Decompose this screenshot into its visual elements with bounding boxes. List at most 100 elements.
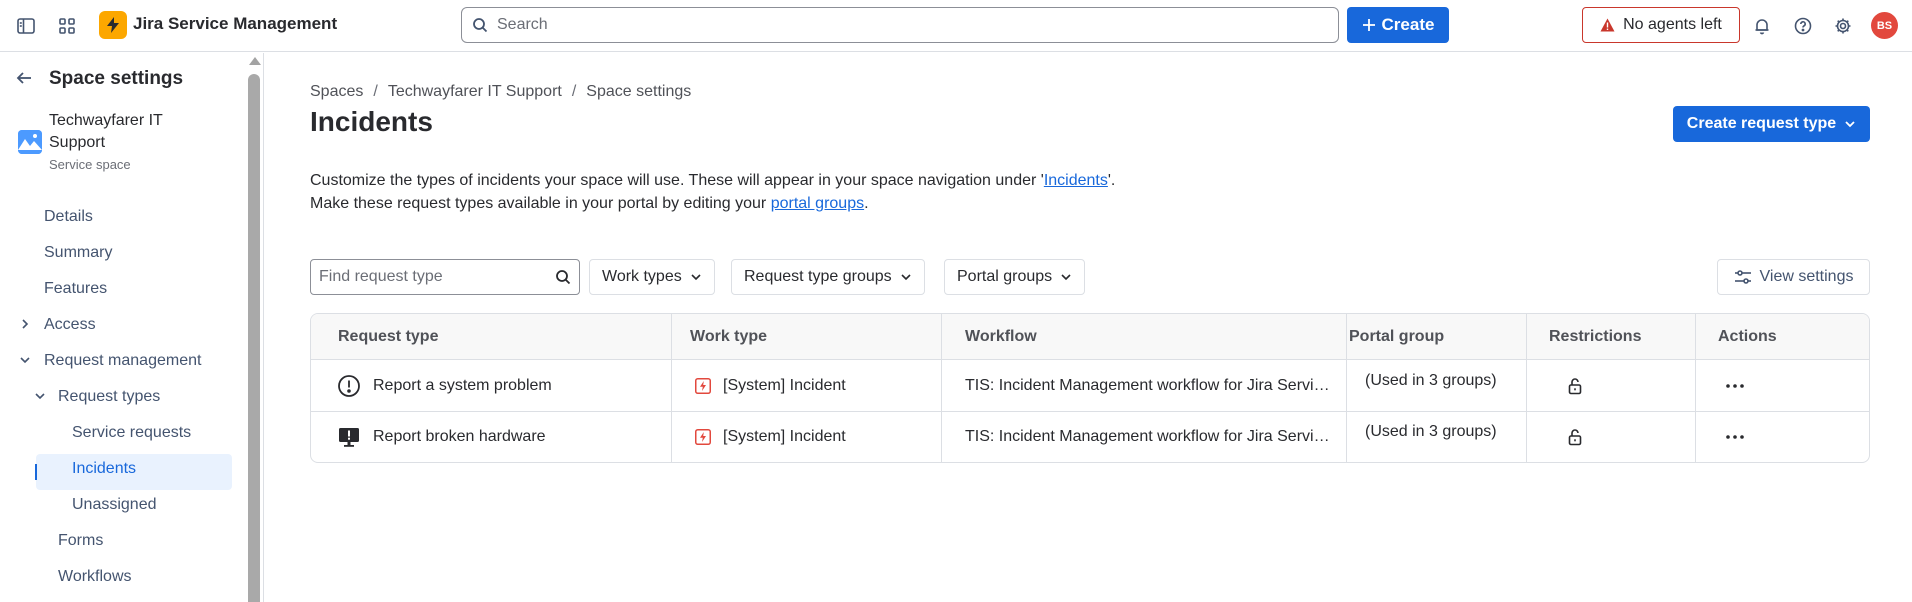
sidebar-item-request-management[interactable]: Request management [44,343,201,379]
sidebar-scrollbar[interactable] [248,74,260,602]
create-request-type-label: Create request type [1686,115,1837,132]
chevron-down-icon [691,274,701,281]
chevron-down-icon[interactable] [34,390,46,402]
work-type-cell: [System] Incident [695,411,846,462]
sidebar-item-request-types[interactable]: Request types [58,379,160,415]
sidebar-item-unassigned[interactable]: Unassigned [72,487,157,523]
header-workflow[interactable]: Workflow [965,314,1037,360]
request-type-name: Report broken hardware [373,427,546,445]
description-text: Make these request types available in yo… [310,195,771,212]
chevron-down-icon [1061,274,1071,281]
space-avatar-icon [18,130,42,154]
scroll-up-arrow-icon[interactable] [249,57,261,65]
more-actions-button[interactable] [1725,360,1745,411]
notifications-bell-icon[interactable] [1749,13,1775,39]
plus-icon [1362,19,1375,31]
restrictions-cell[interactable] [1567,411,1583,462]
incidents-link[interactable]: Incidents [1044,172,1108,189]
breadcrumb-space[interactable]: Techwayfarer IT Support [388,83,562,101]
monitor-alert-icon [339,427,359,447]
sidebar-active-indicator [35,464,37,480]
help-icon[interactable] [1790,13,1816,39]
no-agents-left-button[interactable]: No agents left [1582,7,1740,43]
page-description: Customize the types of incidents your sp… [310,169,1115,215]
header-request-type[interactable]: Request type [338,314,438,360]
search-icon [473,18,488,33]
user-avatar[interactable]: BS [1871,12,1898,39]
sidebar-item-summary[interactable]: Summary [44,235,112,271]
exclamation-circle-icon [338,374,360,397]
create-label: Create [1381,15,1435,34]
work-types-label: Work types [602,268,682,285]
request-type-groups-label: Request type groups [744,268,892,285]
table-row[interactable]: Report broken hardware [System] Incident… [311,411,1869,462]
create-button[interactable]: Create [1347,7,1449,43]
workflow-name: TIS: Incident Management workflow for Ji… [965,428,1335,445]
breadcrumb-space-settings[interactable]: Space settings [586,83,691,101]
unlock-icon [1568,428,1582,445]
chevron-right-icon[interactable] [19,318,31,330]
description-text: . [864,195,869,212]
find-request-type-placeholder: Find request type [319,268,443,285]
top-navigation-bar: Jira Service Management Search Create No… [0,0,1912,52]
search-icon [556,270,571,285]
request-type-cell[interactable]: Report broken hardware [337,411,546,462]
warning-icon [1600,18,1615,32]
portal-group-usage: (Used in 3 groups) [1365,423,1497,440]
find-request-type-input[interactable]: Find request type [310,259,580,295]
unlock-icon [1568,377,1582,394]
view-settings-button[interactable]: View settings [1717,259,1870,295]
sidebar-toggle-icon[interactable] [13,13,39,39]
more-actions-button[interactable] [1725,411,1745,462]
sidebar-item-forms[interactable]: Forms [58,523,103,559]
space-name: Techwayfarer IT Support [49,112,163,151]
portal-group-cell[interactable]: (Used in 3 groups) [1365,360,1497,411]
description-line-1: Customize the types of incidents your sp… [310,169,1115,192]
portal-group-cell[interactable]: (Used in 3 groups) [1365,411,1497,462]
breadcrumb: Spaces / Techwayfarer IT Support / Space… [310,83,691,101]
sliders-icon [1734,270,1751,284]
sidebar-title: Space settings [49,68,184,89]
work-type-cell: [System] Incident [695,360,846,411]
sidebar-item-service-requests[interactable]: Service requests [72,415,191,451]
restrictions-cell[interactable] [1567,360,1583,411]
sidebar-item-workflows[interactable]: Workflows [58,559,132,595]
global-search-input[interactable]: Search [461,7,1339,43]
more-horizontal-icon [1726,383,1744,388]
header-work-type[interactable]: Work type [690,314,767,360]
description-line-2: Make these request types available in yo… [310,192,1115,215]
portal-groups-label: Portal groups [957,268,1053,285]
sidebar-item-details[interactable]: Details [44,199,93,235]
portal-groups-link[interactable]: portal groups [771,195,864,212]
table-header: Request type Work type Workflow Portal g… [311,314,1869,360]
header-portal-group[interactable]: Portal group [1349,314,1444,360]
chevron-down-icon [1845,121,1855,128]
request-types-table: Request type Work type Workflow Portal g… [310,313,1870,463]
request-type-cell[interactable]: Report a system problem [337,360,552,411]
settings-gear-icon[interactable] [1830,13,1856,39]
create-request-type-button[interactable]: Create request type [1673,106,1870,142]
sidebar-item-access[interactable]: Access [44,307,96,343]
workflow-name: TIS: Incident Management workflow for Ji… [965,377,1335,394]
view-settings-label: View settings [1759,268,1854,285]
work-type-name: [System] Incident [723,427,846,445]
app-name[interactable]: Jira Service Management [133,14,337,34]
portal-groups-filter[interactable]: Portal groups [944,259,1086,295]
page-title: Incidents [310,106,433,137]
sidebar-item-incidents[interactable]: Incidents [72,451,136,487]
portal-group-usage: (Used in 3 groups) [1365,372,1497,389]
incident-work-type-icon [695,428,711,445]
back-arrow-icon[interactable] [14,68,34,88]
app-switcher-icon[interactable] [54,13,80,39]
breadcrumb-spaces[interactable]: Spaces [310,83,363,101]
header-restrictions[interactable]: Restrictions [1549,314,1641,360]
table-row[interactable]: Report a system problem [System] Inciden… [311,360,1869,411]
sidebar-item-features[interactable]: Features [44,271,107,307]
request-type-groups-filter[interactable]: Request type groups [731,259,925,295]
work-types-filter[interactable]: Work types [589,259,715,295]
search-placeholder: Search [497,16,548,33]
jira-service-management-logo[interactable] [99,11,127,39]
space-type: Service space [49,157,131,172]
chevron-down-icon[interactable] [19,354,31,366]
work-type-name: [System] Incident [723,376,846,394]
